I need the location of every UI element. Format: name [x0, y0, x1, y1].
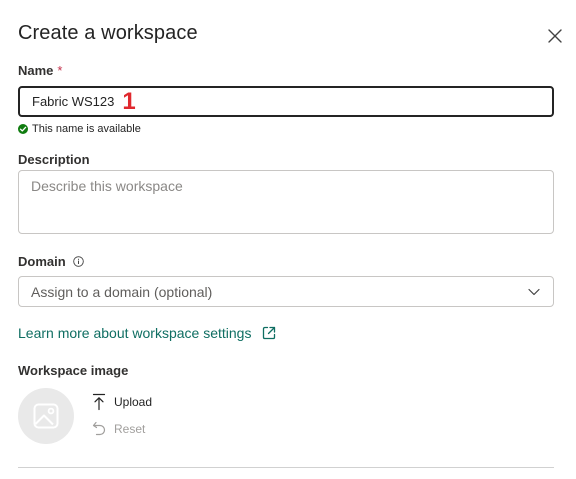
upload-button[interactable]: Upload	[92, 393, 152, 411]
name-label-text: Name	[18, 63, 54, 78]
availability-text: This name is available	[32, 123, 141, 135]
upload-label: Upload	[114, 395, 153, 409]
info-icon[interactable]	[73, 256, 85, 267]
external-link-icon	[263, 326, 276, 340]
upload-icon	[92, 393, 106, 411]
divider	[18, 467, 554, 468]
workspace-image-placeholder	[18, 388, 74, 444]
name-label: Name *	[18, 63, 62, 78]
name-input[interactable]: Fabric WS123 1	[18, 86, 554, 117]
chevron-down-icon	[528, 288, 540, 295]
learn-more-text: Learn more about workspace settings	[18, 325, 252, 341]
domain-label: Domain	[18, 254, 85, 269]
checkmark-icon	[18, 124, 28, 134]
annotation-marker: 1	[122, 87, 136, 115]
domain-label-text: Domain	[18, 254, 66, 269]
name-input-value: Fabric WS123	[32, 94, 115, 109]
close-icon	[548, 29, 562, 43]
description-label: Description	[18, 152, 90, 167]
dialog-title: Create a workspace	[18, 22, 198, 44]
reset-label: Reset	[114, 422, 146, 436]
domain-selected-value: Assign to a domain (optional)	[31, 283, 213, 300]
domain-dropdown[interactable]: Assign to a domain (optional)	[18, 276, 554, 307]
description-placeholder: Describe this workspace	[31, 178, 183, 194]
close-button[interactable]	[546, 27, 564, 45]
required-mark: *	[57, 63, 63, 78]
reset-button: Reset	[92, 421, 145, 437]
workspace-image-label: Workspace image	[18, 363, 129, 378]
description-input[interactable]: Describe this workspace	[18, 170, 554, 234]
image-icon	[33, 403, 59, 429]
name-availability: This name is available	[18, 123, 141, 135]
reset-icon	[92, 421, 106, 436]
learn-more-link[interactable]: Learn more about workspace settings	[18, 325, 277, 341]
